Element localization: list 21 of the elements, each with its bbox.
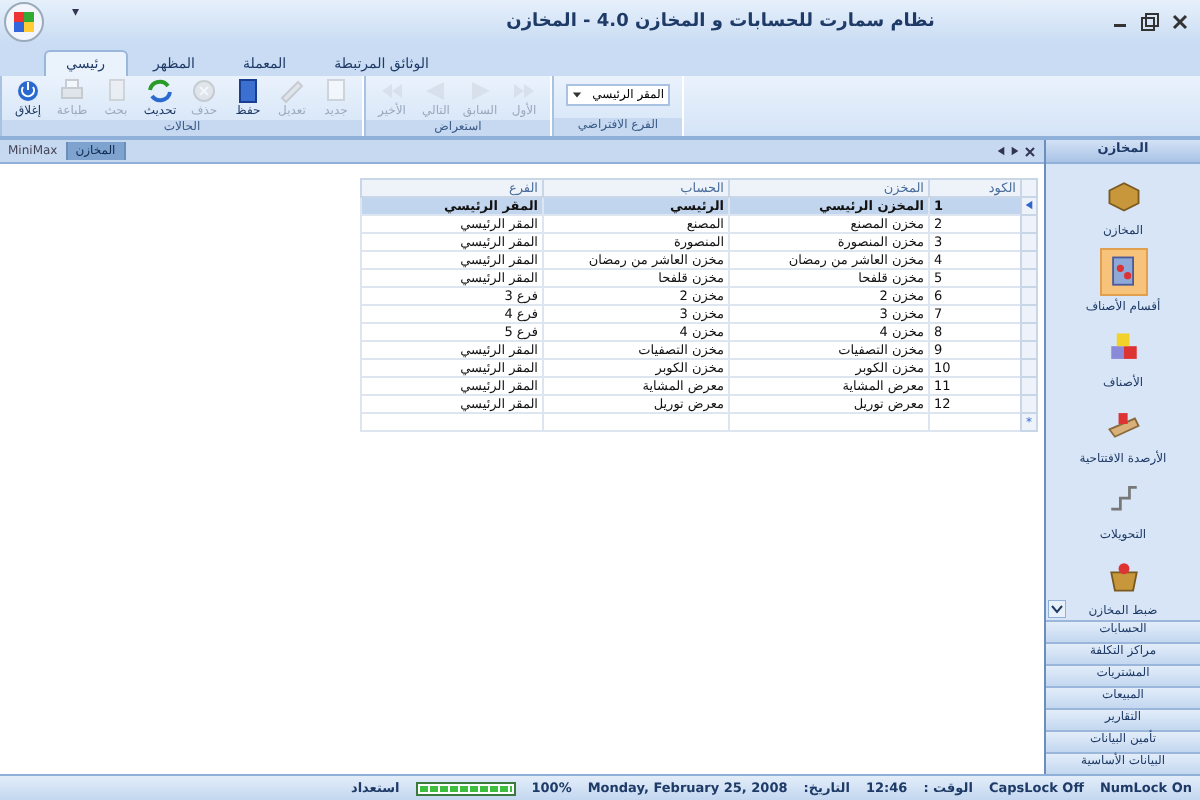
- window-title: نظام سمارت للحسابات و المخازن 4.0 - المخازن: [504, 12, 937, 32]
- paper-icon: [322, 78, 350, 104]
- book-icon: [234, 78, 262, 104]
- delete-icon: [190, 78, 218, 104]
- caret-icon: [572, 90, 582, 100]
- restore-icon[interactable]: [1140, 12, 1160, 32]
- arrow-left-icon: [422, 78, 450, 104]
- scroll-right-icon[interactable]: [1010, 146, 1020, 156]
- printer-icon: [58, 78, 86, 104]
- close-icon[interactable]: [1170, 12, 1190, 32]
- double-arrow-right-icon: [510, 78, 538, 104]
- box-icon: [1103, 176, 1143, 216]
- refresh-icon: [146, 78, 174, 104]
- scroll-down-icon[interactable]: [1048, 600, 1066, 618]
- power-icon: [14, 78, 42, 104]
- arrow-right-icon: [466, 78, 494, 104]
- progress-bar: [415, 781, 516, 795]
- double-arrow-left-icon: [378, 78, 406, 104]
- close-icon[interactable]: [1024, 145, 1036, 157]
- scroll-left-icon[interactable]: [996, 146, 1006, 156]
- app-logo-icon[interactable]: [4, 2, 44, 42]
